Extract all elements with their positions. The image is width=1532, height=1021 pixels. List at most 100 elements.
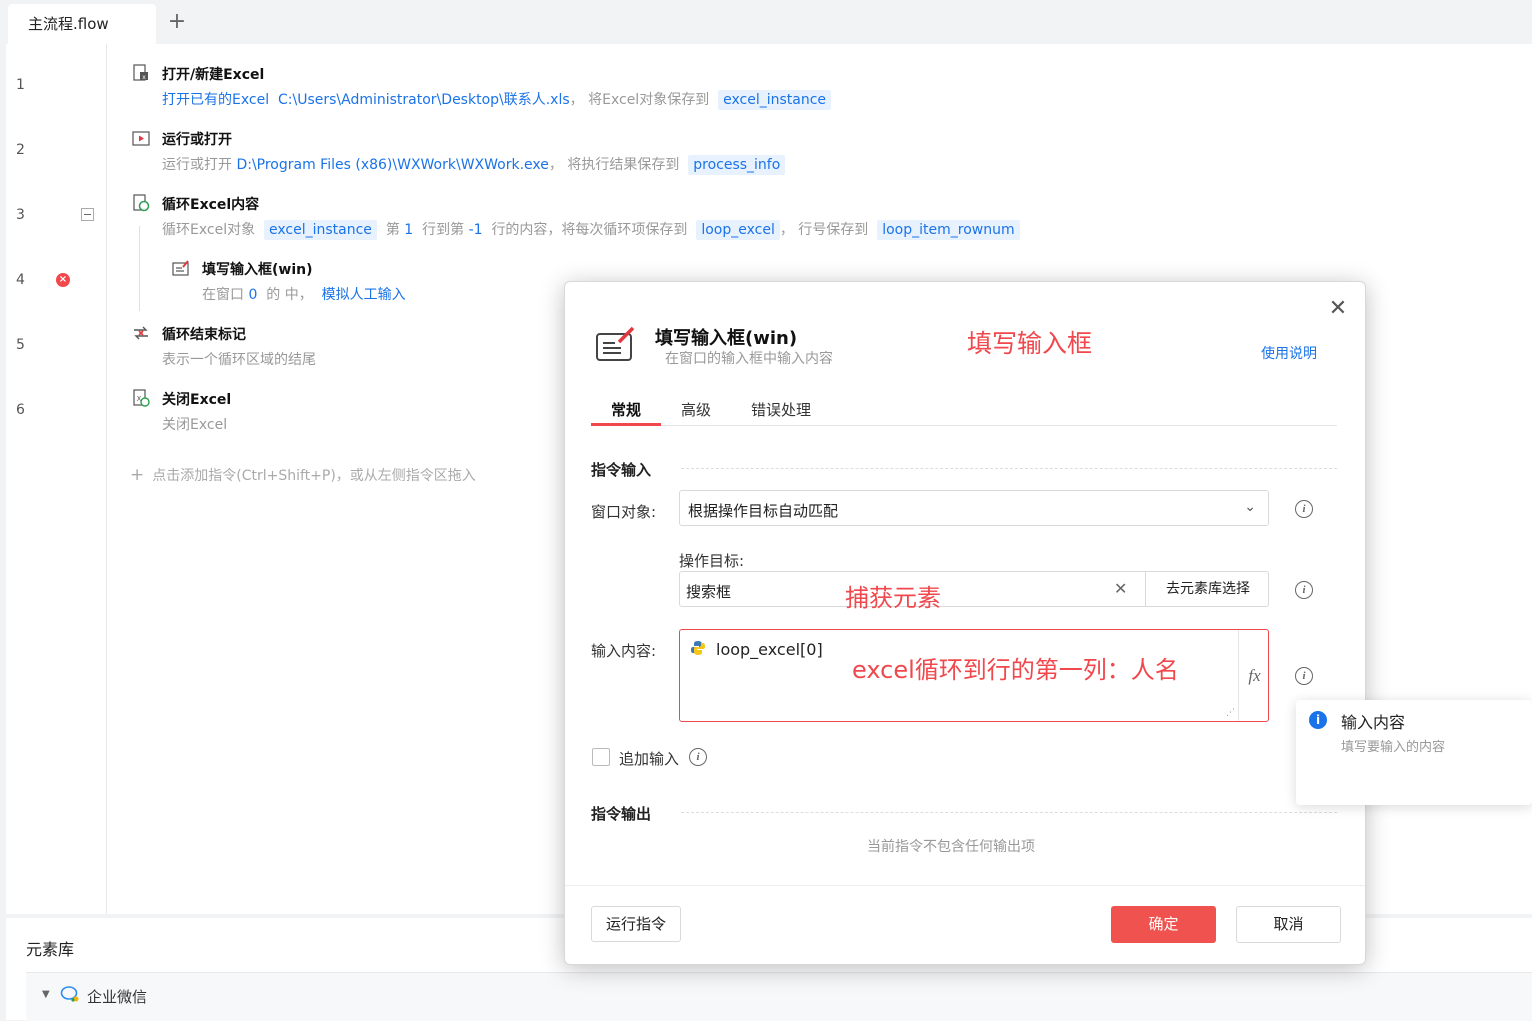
annotation-first-column-name: excel循环到行的第一列：人名 bbox=[852, 656, 1179, 684]
tab-bar: 主流程.flow + bbox=[0, 0, 1532, 44]
section-input-title: 指令输入 bbox=[591, 461, 652, 479]
no-output-text: 当前指令不包含任何输出项 bbox=[867, 839, 1035, 855]
tab-general[interactable]: 常规 bbox=[611, 399, 641, 420]
variable-chip[interactable]: excel_instance bbox=[718, 90, 832, 110]
step-desc: 运行或打开 D:\Program Files (x86)\WXWork\WXWo… bbox=[162, 154, 786, 175]
fill-input-dialog: ✕ 填写输入框(win) 在窗口的输入框中输入内容 填写输入框 使用说明 常规 … bbox=[564, 281, 1366, 965]
window-select-value: 根据操作目标自动匹配 bbox=[688, 502, 839, 520]
resize-handle-icon[interactable]: ⋰ bbox=[1226, 708, 1235, 718]
annotation-capture-element: 捕获元素 bbox=[845, 584, 941, 612]
target-element-field[interactable]: 搜索框 捕获元素 ✕ 去元素库选择 bbox=[679, 571, 1270, 612]
step-desc-mid: ， 将Excel对象保存到 bbox=[569, 92, 710, 108]
collapse-icon[interactable] bbox=[81, 208, 94, 221]
excel-close-icon: X bbox=[133, 389, 150, 407]
content-value: loop_excel[0] bbox=[716, 640, 823, 659]
svg-text:x: x bbox=[142, 74, 146, 81]
step-title: 循环Excel内容 bbox=[162, 197, 260, 213]
append-input-checkbox[interactable] bbox=[592, 748, 610, 766]
step-desc-text: 第 bbox=[385, 222, 400, 238]
section-output-title: 指令输出 bbox=[591, 805, 652, 823]
dialog-title: 填写输入框(win) bbox=[655, 328, 798, 349]
target-label: 操作目标: bbox=[679, 552, 745, 570]
cancel-button[interactable]: 取消 bbox=[1236, 906, 1341, 943]
help-link[interactable]: 使用说明 bbox=[1261, 343, 1317, 363]
step-desc: 打开已有的Excel C:\Users\Administrator\Deskto… bbox=[162, 89, 832, 110]
tab-advanced[interactable]: 高级 bbox=[681, 399, 711, 420]
annotation-fill-input: 填写输入框 bbox=[967, 329, 1093, 358]
add-hint-text: 点击添加指令(Ctrl+Shift+P)，或从左侧指令区拖入 bbox=[152, 468, 476, 484]
target-value: 搜索框 bbox=[686, 583, 732, 601]
step-desc: 循环Excel对象 excel_instance 第 1 行到第 -1 行的内容… bbox=[162, 219, 1020, 240]
step-desc: 在窗口 0 的 中， 模拟人工输入 bbox=[202, 284, 406, 304]
append-input-label: 追加输入 bbox=[619, 750, 680, 768]
line-number: 5 bbox=[16, 337, 25, 353]
content-tooltip: i 输入内容 填写要输入的内容 bbox=[1296, 700, 1532, 805]
confirm-button[interactable]: 确定 bbox=[1111, 906, 1216, 943]
add-tab-button[interactable]: + bbox=[165, 8, 189, 36]
step-desc-text: 行到第 bbox=[422, 222, 465, 238]
clear-icon[interactable]: ✕ bbox=[1114, 579, 1127, 598]
content-input-area[interactable]: loop_excel[0] excel循环到行的第一列：人名 fx ⋰ bbox=[679, 629, 1269, 722]
error-icon[interactable]: × bbox=[56, 273, 70, 287]
element-library-group[interactable]: ▼ 企业微信 bbox=[26, 972, 1532, 1021]
variable-chip[interactable]: excel_instance bbox=[264, 220, 377, 240]
step-desc: 表示一个循环区域的结尾 bbox=[162, 352, 316, 368]
edit-input-icon bbox=[596, 326, 635, 361]
line-gutter: 1 2 3 4 × 5 6 bbox=[6, 44, 107, 914]
variable-chip[interactable]: loop_item_rownum bbox=[877, 220, 1020, 240]
edit-input-icon bbox=[172, 260, 189, 276]
step-path: D:\Program Files (x86)\WXWork\WXWork.exe bbox=[236, 157, 549, 173]
active-tab-indicator bbox=[591, 423, 661, 426]
step-title: 运行或打开 bbox=[162, 132, 232, 148]
element-library-title: 元素库 bbox=[26, 940, 75, 959]
loop-end-icon bbox=[134, 326, 148, 340]
line-number: 6 bbox=[16, 402, 25, 418]
variable-chip[interactable]: loop_excel bbox=[696, 220, 780, 240]
section-divider bbox=[681, 468, 1337, 469]
step-title: 关闭Excel bbox=[162, 392, 232, 408]
info-icon[interactable]: i bbox=[689, 748, 707, 766]
section-divider bbox=[681, 812, 1337, 813]
step-number: 1 bbox=[404, 222, 414, 238]
element-library-item-label: 企业微信 bbox=[87, 988, 148, 1006]
tab-main-flow[interactable]: 主流程.flow bbox=[8, 4, 156, 44]
step-desc-prefix: 打开已有的Excel bbox=[162, 92, 270, 108]
line-number: 2 bbox=[16, 142, 25, 158]
step-title: 打开/新建Excel bbox=[162, 67, 265, 83]
run-command-button[interactable]: 运行指令 bbox=[591, 906, 681, 942]
excel-file-icon: x bbox=[133, 64, 148, 81]
step-desc: 关闭Excel bbox=[162, 417, 228, 433]
play-window-icon bbox=[132, 131, 150, 146]
tab-error-handling[interactable]: 错误处理 bbox=[751, 399, 811, 420]
step-link[interactable]: 模拟人工输入 bbox=[322, 287, 406, 303]
loop-indent-line bbox=[139, 226, 140, 311]
step-title: 填写输入框(win) bbox=[202, 262, 313, 278]
wecom-icon bbox=[60, 986, 79, 1002]
step-desc-prefix: 循环Excel对象 bbox=[162, 222, 256, 238]
content-label: 输入内容: bbox=[591, 642, 657, 660]
tab-divider bbox=[591, 425, 1337, 426]
step-desc-text: ， 行号保存到 bbox=[779, 222, 869, 238]
footer-divider bbox=[565, 885, 1365, 886]
window-select[interactable]: 根据操作目标自动匹配 ⌄ bbox=[679, 490, 1269, 526]
line-number: 3 bbox=[16, 207, 25, 223]
python-icon bbox=[691, 641, 705, 655]
variable-chip[interactable]: process_info bbox=[688, 155, 786, 175]
info-icon[interactable]: i bbox=[1295, 667, 1313, 685]
add-instruction-hint[interactable]: + 点击添加指令(Ctrl+Shift+P)，或从左侧指令区拖入 bbox=[130, 465, 476, 485]
plus-icon: + bbox=[130, 465, 145, 485]
info-filled-icon: i bbox=[1309, 711, 1327, 729]
info-icon[interactable]: i bbox=[1295, 500, 1313, 518]
info-icon[interactable]: i bbox=[1295, 581, 1313, 599]
fx-button[interactable]: fx bbox=[1238, 630, 1270, 721]
step-desc-prefix: 在窗口 bbox=[202, 287, 244, 303]
step-number: -1 bbox=[468, 222, 483, 238]
step-desc-text: 的 中， bbox=[266, 287, 313, 303]
excel-loop-icon bbox=[133, 194, 150, 212]
pick-from-library-button[interactable]: 去元素库选择 bbox=[1145, 572, 1270, 606]
caret-down-icon[interactable]: ▼ bbox=[42, 989, 50, 1000]
dialog-subtitle: 在窗口的输入框中输入内容 bbox=[665, 351, 833, 367]
step-desc-text: 行的内容，将每次循环项保存到 bbox=[491, 222, 688, 238]
close-icon[interactable]: ✕ bbox=[1327, 296, 1349, 321]
step-title: 循环结束标记 bbox=[162, 327, 246, 343]
